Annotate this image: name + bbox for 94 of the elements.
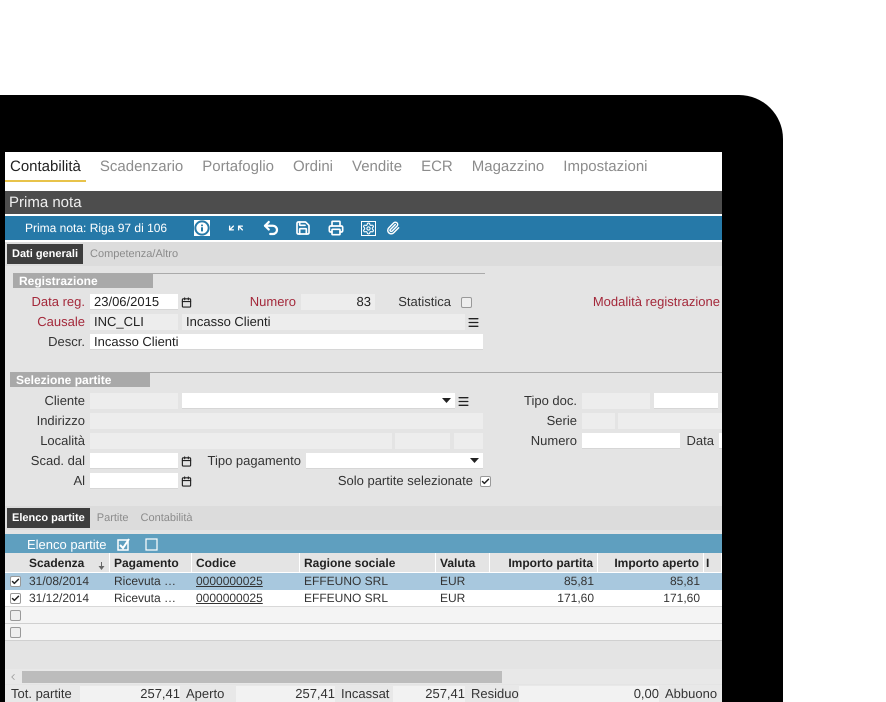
save-icon[interactable] [295, 220, 312, 236]
checkbox[interactable] [10, 592, 20, 604]
grid-title: Elenco partite [27, 537, 106, 553]
section-header: Registrazione [13, 274, 153, 288]
undo-icon[interactable] [262, 219, 280, 237]
column-header[interactable]: Importo aperto [598, 553, 704, 572]
input-field[interactable] [582, 433, 680, 449]
table-row[interactable]: 31/12/2014 Ricevuta … 0000000025 EFFEUNO SRL EUR 171,60 171,60 [5, 590, 722, 607]
input-field[interactable] [182, 393, 455, 409]
column-header[interactable]: Valuta [436, 553, 490, 572]
input-field[interactable] [90, 453, 178, 469]
input-field[interactable]: 23/06/2015 [90, 294, 178, 310]
field-label: Modalità registrazione [592, 294, 720, 310]
field-label: Descr. [47, 334, 85, 350]
table-cell-text: 85,81 [564, 573, 594, 590]
total-field: 257,41 [393, 686, 465, 702]
column-header[interactable]: Scadenza [25, 553, 110, 572]
field-label: Statistica [397, 294, 451, 310]
field-label: Serie [546, 413, 577, 429]
menu-icon[interactable] [457, 394, 470, 408]
paperclip-icon[interactable] [386, 221, 400, 235]
input-field[interactable]: INC_CLI [90, 314, 178, 330]
field-label: Cliente [44, 393, 85, 409]
column-header[interactable]: Pagamento [110, 553, 192, 572]
settings-icon[interactable] [361, 220, 376, 236]
calendar-icon[interactable] [181, 456, 192, 466]
table-cell-text: 171,60 [557, 590, 594, 607]
column-header[interactable]: Codice [192, 553, 300, 572]
field-label: Scad. dal [30, 453, 85, 469]
table-cell-text: EFFEUNO SRL [304, 573, 388, 590]
total-label: Aperto [185, 684, 226, 702]
input-field[interactable] [306, 453, 483, 469]
panel-title-bar: Prima nota [5, 191, 722, 214]
total-label: Tot. partite [10, 684, 73, 702]
field-label: Numero [530, 433, 577, 449]
total-field: 257,41 [80, 686, 180, 702]
deselect-all-icon[interactable] [144, 538, 158, 551]
input-field[interactable]: 83 [301, 294, 375, 310]
input-field[interactable]: Incasso Clienti [182, 314, 465, 330]
table-cell-text: 31/12/2014 [29, 590, 90, 607]
checkbox[interactable] [10, 626, 20, 638]
field-label: Data reg. [30, 294, 85, 310]
field-label: Indirizzo [36, 413, 85, 429]
field-label: Tipo pagamento [206, 453, 301, 469]
table-cell-text: EUR [440, 573, 466, 590]
input-field[interactable] [618, 413, 722, 429]
total-label: Incassat [340, 684, 390, 702]
table-cell-text: 31/08/2014 [29, 573, 90, 590]
nav-tab[interactable]: Contabilità [5, 154, 86, 182]
calendar-icon[interactable] [181, 296, 192, 308]
table-cell-text: Ricevuta … [114, 573, 176, 590]
total-field: 0,00 [519, 686, 659, 702]
column-header[interactable]: I [704, 553, 722, 572]
checkbox[interactable] [10, 576, 20, 586]
input-field[interactable] [654, 393, 718, 409]
toolbar-title: Prima nota: Riga 97 di 106 [25, 220, 168, 237]
total-label: Residuo [470, 684, 519, 702]
dropdown-caret-icon[interactable] [442, 398, 451, 403]
field-label: Tipo doc. [523, 393, 577, 409]
tab[interactable]: Dati generali [7, 244, 84, 264]
table-cell-text: 171,60 [663, 590, 700, 607]
field-label: Data [686, 433, 714, 449]
checkbox[interactable] [10, 610, 20, 620]
input-field[interactable]: Incasso Clienti [90, 334, 483, 350]
column-header[interactable]: Importo partita [490, 553, 598, 572]
field-label: Al [72, 473, 85, 489]
sort-icon [98, 562, 105, 570]
checkbox[interactable] [461, 296, 472, 308]
table-row[interactable] [5, 624, 722, 641]
field-label: Numero [248, 294, 296, 310]
info-icon[interactable] [194, 220, 210, 236]
input-field[interactable] [90, 473, 178, 489]
table-cell-text: 85,81 [670, 573, 700, 590]
menu-icon[interactable] [467, 316, 480, 328]
field-label: Località [39, 433, 85, 449]
select-all-icon[interactable] [116, 538, 130, 551]
table-cell-text: EUR [440, 590, 466, 607]
section-header: Selezione partite [10, 373, 150, 387]
table-row[interactable]: 31/08/2014 Ricevuta … 0000000025 EFFEUNO SRL EUR 85,81 85,81 [5, 573, 722, 590]
column-header[interactable]: Ragione sociale [300, 553, 436, 572]
scrollbar-thumb[interactable] [22, 670, 502, 682]
code-link[interactable]: 0000000025 [196, 572, 263, 590]
print-icon[interactable] [328, 220, 344, 236]
checkbox[interactable] [480, 476, 491, 486]
tab[interactable]: Elenco partite [7, 508, 90, 528]
total-label: Abbuono [664, 684, 718, 702]
dropdown-caret-icon[interactable] [470, 458, 479, 463]
calendar-icon[interactable] [181, 476, 192, 486]
field-label: Causale [36, 314, 85, 330]
code-link[interactable]: 0000000025 [196, 589, 263, 607]
total-field: 257,41 [236, 686, 335, 702]
field-label: Solo partite selezionate [336, 473, 473, 489]
table-cell-text: Ricevuta … [114, 590, 176, 607]
table-cell-text: EFFEUNO SRL [304, 590, 388, 607]
